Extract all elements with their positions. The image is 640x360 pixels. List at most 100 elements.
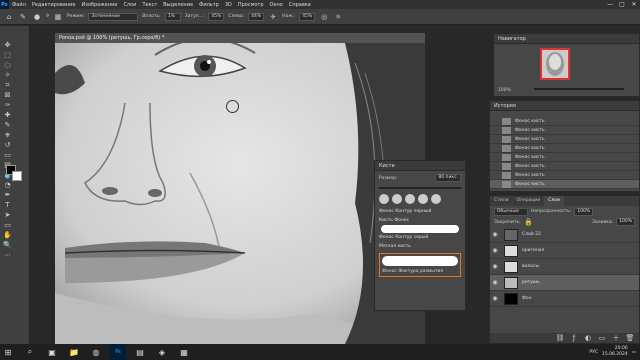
brush-tip-icon[interactable] — [392, 194, 402, 204]
navigator-thumbnail[interactable] — [540, 48, 570, 80]
document-canvas[interactable] — [55, 43, 425, 344]
menu-image[interactable]: Изображение — [78, 2, 120, 8]
frame-tool-icon[interactable]: ⊠ — [2, 90, 13, 100]
shape-tool-icon[interactable]: ▭ — [2, 220, 13, 230]
new-group-icon[interactable]: ▭ — [597, 333, 607, 343]
menu-type[interactable]: Текст — [139, 2, 160, 8]
menu-layers[interactable]: Слои — [120, 2, 139, 8]
quick-select-tool-icon[interactable]: ✧ — [2, 70, 13, 80]
minimize-icon[interactable]: — — [604, 0, 616, 9]
history-item[interactable]: Фонос кисть — [490, 126, 639, 135]
pen-tool-icon[interactable]: ✒ — [2, 190, 13, 200]
task-view-icon[interactable]: ▣ — [44, 344, 60, 360]
lasso-tool-icon[interactable]: ◌ — [2, 60, 13, 70]
brush-size-slider[interactable] — [379, 187, 461, 189]
layer-row[interactable]: ◉ Слой 22 — [490, 227, 639, 243]
brush-preset-item[interactable]: Кисть Фонос — [375, 216, 465, 225]
pressure-icon[interactable]: ◎ — [319, 12, 329, 22]
mask-icon[interactable]: ◐ — [583, 333, 593, 343]
menu-select[interactable]: Выделение — [160, 2, 196, 8]
airbrush-icon[interactable]: ✈ — [268, 12, 278, 22]
photoshop-taskbar-icon[interactable]: Ps — [110, 344, 126, 360]
file-explorer-icon[interactable]: 📁 — [66, 344, 82, 360]
crop-tool-icon[interactable]: ⌗ — [2, 80, 13, 90]
brush-tip-icon[interactable] — [379, 194, 389, 204]
layer-row[interactable]: ◉ волосы — [490, 259, 639, 275]
history-brush-tool-icon[interactable]: ↺ — [2, 140, 13, 150]
brush-preset-selected[interactable]: Фонос Фактура размытия — [379, 253, 461, 277]
brush-tip-icon[interactable] — [418, 194, 428, 204]
maximize-icon[interactable]: □ — [616, 0, 628, 9]
brush-size-field[interactable]: 80 пикс. — [435, 174, 461, 182]
menu-window[interactable]: Окно — [267, 2, 286, 8]
app-icon[interactable]: ◈ — [154, 344, 170, 360]
brush-preset-item[interactable]: Мягкая кисть — [375, 242, 465, 251]
brush-preset-item[interactable]: Фонос Контур черный — [375, 207, 465, 216]
hand-tool-icon[interactable]: ✋ — [2, 230, 13, 240]
brush-tip-icon[interactable] — [405, 194, 415, 204]
brush-preset-item[interactable]: Фонос Контур серый — [375, 233, 465, 242]
menu-help[interactable]: Справка — [286, 2, 314, 8]
app-icon[interactable]: ▤ — [132, 344, 148, 360]
zoom-tool-icon[interactable]: 🔍 — [2, 240, 13, 250]
visibility-eye-icon[interactable]: ◉ — [490, 231, 500, 238]
menu-edit[interactable]: Редактирование — [29, 2, 79, 8]
language-indicator[interactable]: РУС — [589, 350, 598, 355]
layer-row[interactable]: ◉ оригинал — [490, 243, 639, 259]
history-item[interactable]: Фонос кисть — [490, 153, 639, 162]
fx-icon[interactable]: ƒ — [569, 333, 579, 343]
history-item-current[interactable]: Фонос кисть — [490, 180, 639, 189]
blend-mode-select[interactable]: Обычные — [494, 207, 528, 216]
symmetry-icon[interactable]: ⚛ — [333, 12, 343, 22]
opacity-field[interactable]: 45% — [208, 12, 225, 21]
strength-field[interactable]: 1% — [164, 12, 181, 21]
menu-filter[interactable]: Фильтр — [196, 2, 222, 8]
background-color-swatch[interactable] — [12, 171, 22, 181]
layer-row-selected[interactable]: ◉ ретушь — [490, 275, 639, 291]
visibility-eye-icon[interactable]: ◉ — [490, 263, 500, 270]
history-item[interactable]: Фонос кисть — [490, 171, 639, 180]
brush-settings-icon[interactable]: ▦ — [53, 12, 63, 22]
layer-opacity-field[interactable]: 100% — [574, 207, 594, 216]
brush-tip-icon[interactable] — [431, 194, 441, 204]
mode-select[interactable]: Затемнение — [88, 12, 139, 21]
home-icon[interactable]: ⌂ — [4, 12, 14, 22]
notifications-icon[interactable]: ▭ — [632, 350, 636, 355]
close-icon[interactable]: ✕ — [628, 0, 640, 9]
brush-tool-side-icon[interactable]: ✎ — [2, 120, 13, 130]
eyedropper-tool-icon[interactable]: ✑ — [2, 100, 13, 110]
history-item[interactable]: Фонос кисть — [490, 117, 639, 126]
flow-field[interactable]: 44% — [248, 12, 265, 21]
tab-layers[interactable]: Слои — [544, 196, 564, 206]
browser-icon[interactable]: ◍ — [88, 344, 104, 360]
fill-field[interactable]: 100% — [616, 218, 635, 226]
app-icon[interactable]: ▦ — [176, 344, 192, 360]
clone-stamp-tool-icon[interactable]: ⎈ — [2, 130, 13, 140]
navigator-zoom-slider[interactable] — [534, 88, 624, 90]
menu-view[interactable]: Просмотр — [235, 2, 267, 8]
trash-icon[interactable]: 🗑 — [625, 333, 635, 343]
history-item[interactable]: Фонос кисть — [490, 135, 639, 144]
menu-file[interactable]: Файл — [9, 2, 29, 8]
angle-field[interactable]: 45% — [299, 12, 316, 21]
path-select-tool-icon[interactable]: ➤ — [2, 210, 13, 220]
menu-3d[interactable]: 3D — [222, 2, 235, 8]
brush-preset-icon[interactable]: ● — [32, 12, 42, 22]
search-icon[interactable]: ⌕ — [22, 344, 38, 360]
layer-row[interactable]: ◉ Фон — [490, 291, 639, 307]
document-tab[interactable]: Ponoa.psd @ 100% (ретушь, Гр.серо/8) * — [55, 33, 425, 43]
clock[interactable]: 20:06 15.06.2024 — [602, 346, 628, 358]
new-layer-icon[interactable]: ＋ — [611, 333, 621, 343]
healing-tool-icon[interactable]: ✚ — [2, 110, 13, 120]
navigator-zoom[interactable]: 100% — [498, 88, 511, 93]
type-tool-icon[interactable]: T — [2, 200, 13, 210]
photoshop-logo-icon[interactable]: Ps — [0, 0, 9, 9]
move-tool-icon[interactable]: ✥ — [2, 40, 13, 50]
tab-actions[interactable]: Операции — [513, 196, 545, 206]
tab-styles[interactable]: Стили — [490, 196, 513, 206]
history-item[interactable]: Фонос кисть — [490, 162, 639, 171]
visibility-eye-icon[interactable]: ◉ — [490, 247, 500, 254]
link-layers-icon[interactable]: ⛓ — [555, 333, 565, 343]
visibility-eye-icon[interactable]: ◉ — [490, 279, 500, 286]
brush-tool-icon[interactable]: ✎ — [18, 12, 28, 22]
